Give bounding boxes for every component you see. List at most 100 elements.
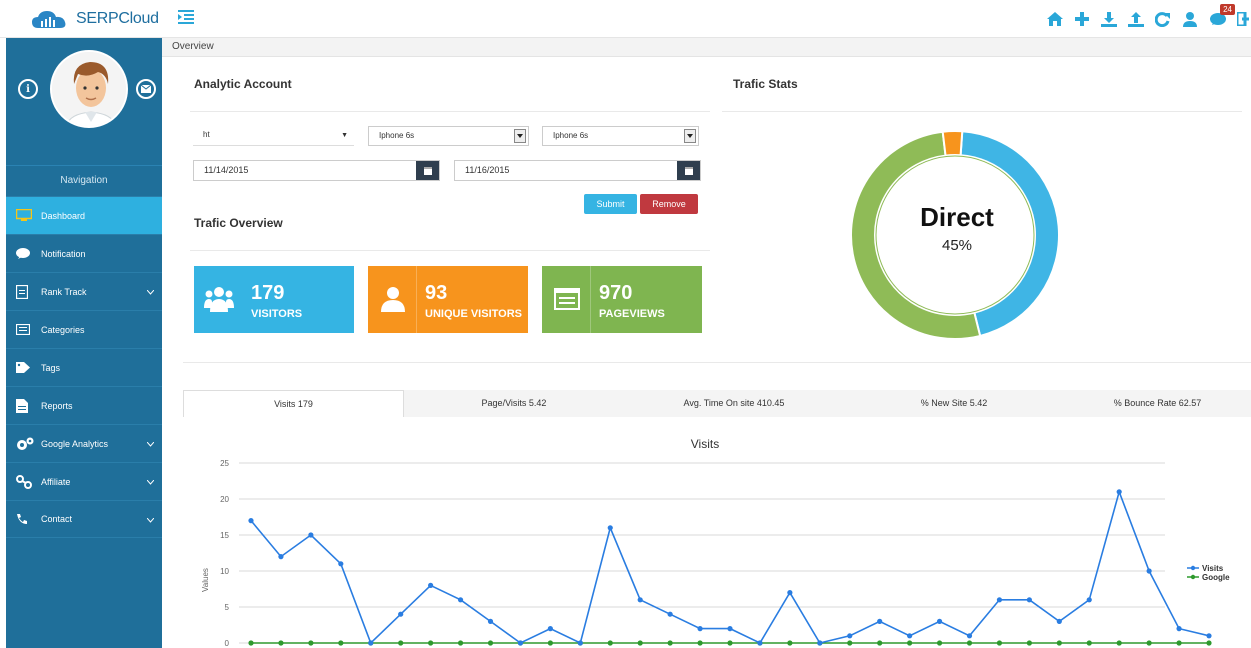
data-point[interactable] [1056,618,1062,624]
data-point[interactable] [877,618,883,624]
home-icon[interactable] [1041,6,1068,32]
chat-icon[interactable]: 24 [1203,4,1237,32]
data-point[interactable] [697,626,703,632]
data-point[interactable] [667,611,673,617]
data-point[interactable] [428,582,434,588]
data-point[interactable] [966,640,973,646]
sidebar-item-google-analytics[interactable]: Google Analytics [6,424,162,462]
date-from-field[interactable]: 11/14/2015 [193,160,440,181]
logout-icon[interactable] [1237,6,1251,32]
sidebar-item-rank-track[interactable]: Rank Track [6,272,162,310]
data-point[interactable] [877,640,883,646]
data-point[interactable] [1116,640,1122,646]
remove-button[interactable]: Remove [640,194,698,214]
data-point[interactable] [457,597,464,603]
data-point[interactable] [398,611,404,617]
tab-page-visits[interactable]: Page/Visits 5.42 [404,390,624,417]
upload-icon[interactable] [1122,6,1149,32]
data-point[interactable] [248,518,254,524]
data-point[interactable] [487,618,494,624]
data-point[interactable] [1176,640,1182,646]
data-point[interactable] [1146,640,1152,646]
mail-icon[interactable] [136,79,156,99]
data-point[interactable] [1026,597,1032,603]
sidebar-item-dashboard[interactable]: Dashboard [6,196,162,234]
data-point[interactable] [1026,640,1032,646]
device-select-1[interactable]: Iphone 6s [368,126,529,146]
data-point[interactable] [637,640,643,646]
data-point[interactable] [487,640,494,646]
submit-button[interactable]: Submit [584,194,637,214]
data-point[interactable] [308,640,314,646]
date-to-field[interactable]: 11/16/2015 [454,160,701,181]
data-point[interactable] [1206,633,1212,639]
tab-avg-time[interactable]: Avg. Time On site 410.45 [624,390,844,417]
plus-icon[interactable] [1068,6,1095,32]
tab-new-site[interactable]: % New Site 5.42 [844,390,1064,417]
sidebar-item-reports[interactable]: Reports [6,386,162,424]
logo[interactable]: SERPCloud [30,8,159,30]
data-point[interactable] [457,640,464,646]
donut-slice[interactable] [941,130,964,157]
data-point[interactable] [847,640,853,646]
data-point[interactable] [637,597,643,603]
data-point[interactable] [278,640,284,646]
data-point[interactable] [607,525,613,531]
data-point[interactable] [1056,640,1062,646]
calendar-icon[interactable] [677,161,700,180]
data-point[interactable] [428,640,434,646]
sidebar-item-notification[interactable]: Notification [6,234,162,272]
data-point[interactable] [547,640,553,646]
data-point[interactable] [1206,640,1212,646]
data-point[interactable] [1086,640,1092,646]
data-point[interactable] [1086,597,1092,603]
data-point[interactable] [547,626,553,632]
data-point[interactable] [607,640,613,646]
data-point[interactable] [936,640,943,646]
data-point[interactable] [697,640,703,646]
data-point[interactable] [907,633,913,639]
download-icon[interactable] [1095,6,1122,32]
avatar[interactable] [50,50,128,128]
data-point[interactable] [338,640,344,646]
tab-visits[interactable]: Visits 179 [183,390,404,417]
sidebar-item-contact[interactable]: Contact [6,500,162,538]
data-point[interactable] [398,640,404,646]
refresh-icon[interactable] [1149,6,1176,32]
data-point[interactable] [787,590,793,596]
data-point[interactable] [727,626,733,632]
tab-bounce-rate[interactable]: % Bounce Rate 62.57 [1064,390,1251,417]
trafic-stats-title: Trafic Stats [733,77,798,91]
sidebar-item-categories[interactable]: Categories [6,310,162,348]
device-select-2[interactable]: Iphone 6s [542,126,699,146]
data-point[interactable] [787,640,793,646]
data-point[interactable] [817,640,823,646]
sidebar-item-tags[interactable]: Tags [6,348,162,386]
data-point[interactable] [907,640,913,646]
sidebar-item-affiliate[interactable]: Affiliate [6,462,162,500]
data-point[interactable] [1116,489,1122,495]
user-icon[interactable] [1176,6,1203,32]
data-point[interactable] [517,640,524,646]
info-icon[interactable]: i [18,79,38,99]
data-point[interactable] [727,640,733,646]
data-point[interactable] [966,633,973,639]
data-point[interactable] [577,640,583,646]
data-point[interactable] [368,640,374,646]
data-point[interactable] [1146,568,1152,574]
data-point[interactable] [248,640,254,646]
account-select[interactable]: ht ▼ [193,126,354,146]
calendar-icon[interactable] [416,161,439,180]
data-point[interactable] [1176,626,1182,632]
data-point[interactable] [278,554,284,560]
y-tick-label: 0 [225,639,230,648]
data-point[interactable] [338,561,344,567]
data-point[interactable] [996,597,1003,603]
data-point[interactable] [847,633,853,639]
menu-toggle-icon[interactable] [178,10,194,29]
data-point[interactable] [308,532,314,538]
data-point[interactable] [667,640,673,646]
data-point[interactable] [936,618,943,624]
data-point[interactable] [757,640,763,646]
data-point[interactable] [996,640,1003,646]
